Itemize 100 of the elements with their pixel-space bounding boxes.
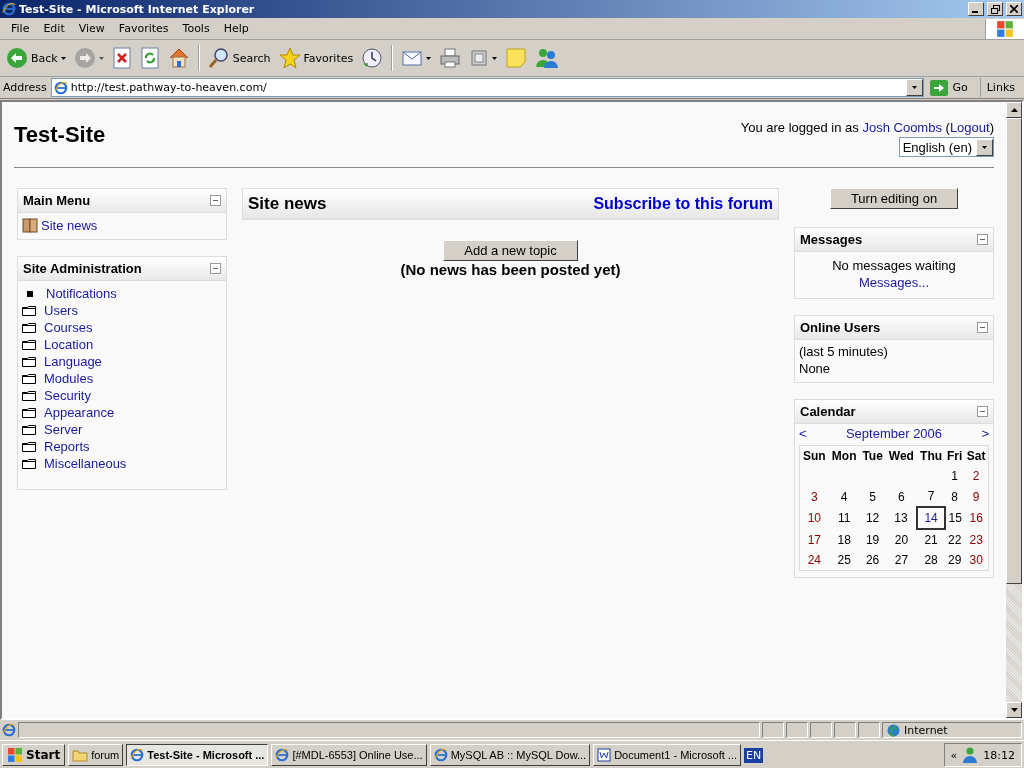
previous-month-link[interactable]: < (799, 426, 807, 441)
calendar-day[interactable]: 12 (859, 507, 886, 529)
language-select[interactable]: English (en) (898, 137, 994, 157)
collapse-icon[interactable] (977, 322, 988, 333)
language-indicator[interactable]: EN (744, 747, 764, 763)
collapse-icon[interactable] (210, 195, 221, 206)
calendar-day[interactable]: 20 (885, 529, 918, 550)
collapse-icon[interactable] (210, 263, 221, 274)
scrollbar-thumb[interactable] (1006, 118, 1022, 584)
close-icon (1010, 5, 1018, 13)
calendar-day[interactable]: 14 (917, 507, 945, 529)
menu-item[interactable]: Favorites (111, 20, 176, 37)
taskbar-button[interactable]: forum (68, 744, 124, 766)
admin-link[interactable]: Courses (44, 320, 93, 335)
taskbar-button[interactable]: Test-Site - Microsoft ... (126, 744, 269, 766)
menu-item[interactable]: Help (216, 20, 256, 37)
scroll-up-button[interactable] (1006, 102, 1022, 118)
search-button[interactable]: Search (204, 45, 274, 71)
calendar-day[interactable]: 15 (945, 507, 965, 529)
go-button[interactable]: Go (928, 79, 976, 96)
person-icon[interactable] (963, 747, 978, 763)
calendar-day[interactable]: 1 (945, 466, 965, 486)
stop-icon (111, 47, 132, 69)
calendar-day[interactable]: 22 (945, 529, 965, 550)
messages-link[interactable]: Messages... (858, 275, 930, 290)
calendar-day[interactable]: 27 (885, 550, 918, 570)
admin-link[interactable]: Security (44, 388, 91, 403)
expand-tray-button[interactable]: « (950, 748, 958, 762)
taskbar-button[interactable]: [#MDL-6553] Online Use... (271, 744, 427, 766)
favorites-button[interactable]: Favorites (275, 45, 357, 71)
calendar-day[interactable]: 26 (859, 550, 886, 570)
calendar-day[interactable]: 29 (945, 550, 965, 570)
start-button[interactable]: Start (2, 744, 66, 766)
next-month-link[interactable]: > (981, 426, 989, 441)
calendar-day[interactable]: 16 (964, 507, 988, 529)
menu-item[interactable]: Edit (36, 20, 72, 37)
collapse-icon[interactable] (977, 234, 988, 245)
user-link[interactable]: Josh Coombs (862, 120, 942, 135)
taskbar-button[interactable]: Document1 - Microsoft ... (593, 744, 742, 766)
ie-logo-icon (275, 748, 290, 762)
calendar-day[interactable]: 6 (885, 486, 918, 507)
links-button[interactable]: Links (979, 78, 1021, 97)
back-button[interactable]: Back (3, 45, 69, 71)
status-pane (786, 722, 808, 738)
calendar-day[interactable]: 24 (800, 550, 829, 570)
window-title: Test-Site - Microsoft Internet Explorer (19, 2, 256, 16)
dropdown-button[interactable] (976, 138, 993, 156)
admin-link[interactable]: Notifications (46, 286, 117, 301)
weekday-header: Sun (801, 448, 827, 465)
dropdown-button[interactable] (906, 79, 924, 96)
calendar-day[interactable]: 30 (964, 550, 988, 570)
calendar-day[interactable]: 13 (885, 507, 918, 529)
calendar-day[interactable]: 7 (917, 486, 945, 507)
minimize-button[interactable] (968, 2, 984, 16)
subscribe-link[interactable]: Subscribe to this forum (593, 195, 773, 213)
calendar-day[interactable]: 11 (828, 507, 860, 529)
url-input[interactable]: http://test.pathway-to-heaven.com/ (70, 81, 904, 94)
calendar-day[interactable]: 23 (964, 529, 988, 550)
admin-link[interactable]: Appearance (44, 405, 115, 420)
calendar-day[interactable]: 18 (828, 529, 860, 550)
taskbar-button[interactable]: MySQL AB :: MySQL Dow... (429, 744, 591, 766)
folder-icon (22, 373, 36, 384)
ie-logo-icon (130, 748, 145, 762)
calendar-day[interactable]: 4 (828, 486, 860, 507)
admin-link[interactable]: Server (44, 422, 83, 437)
admin-link[interactable]: Reports (44, 439, 90, 454)
calendar-day[interactable]: 25 (828, 550, 860, 570)
calendar-day[interactable]: 21 (917, 529, 945, 550)
security-zone: Internet (882, 722, 1022, 738)
collapse-icon[interactable] (977, 406, 988, 417)
calendar-day[interactable]: 9 (964, 486, 988, 507)
month-link[interactable]: September 2006 (845, 426, 943, 441)
calendar-day[interactable]: 8 (945, 486, 965, 507)
note-icon (505, 47, 528, 69)
scroll-down-button[interactable] (1006, 702, 1022, 718)
turn-editing-on-button[interactable]: Turn editing on (829, 188, 959, 209)
close-button[interactable] (1006, 2, 1022, 16)
menu-item[interactable]: File (4, 20, 37, 37)
calendar-day[interactable]: 3 (800, 486, 829, 507)
calendar-day[interactable]: 28 (917, 550, 945, 570)
site-news-link[interactable]: Site news (41, 217, 98, 233)
menu-item[interactable]: View (71, 20, 112, 37)
logout-link[interactable]: Logout (949, 120, 990, 135)
address-field[interactable]: http://test.pathway-to-heaven.com/ (50, 78, 925, 97)
add-topic-button[interactable]: Add a new topic (443, 240, 578, 261)
restore-button[interactable] (987, 2, 1003, 16)
admin-link[interactable]: Language (44, 354, 102, 369)
menu-item[interactable]: Tools (175, 20, 217, 37)
block-title: Calendar (800, 404, 856, 419)
calendar-day[interactable]: 19 (859, 529, 886, 550)
admin-link[interactable]: Modules (44, 371, 94, 386)
calendar-day[interactable]: 2 (964, 466, 988, 486)
calendar-day[interactable]: 17 (800, 529, 829, 550)
window-icon (469, 48, 490, 68)
admin-link[interactable]: Users (44, 303, 78, 318)
admin-link[interactable]: Location (44, 337, 94, 352)
admin-link[interactable]: Miscellaneous (44, 456, 127, 471)
calendar-day[interactable]: 10 (800, 507, 829, 529)
vertical-scrollbar[interactable] (1006, 102, 1022, 718)
calendar-day[interactable]: 5 (859, 486, 886, 507)
